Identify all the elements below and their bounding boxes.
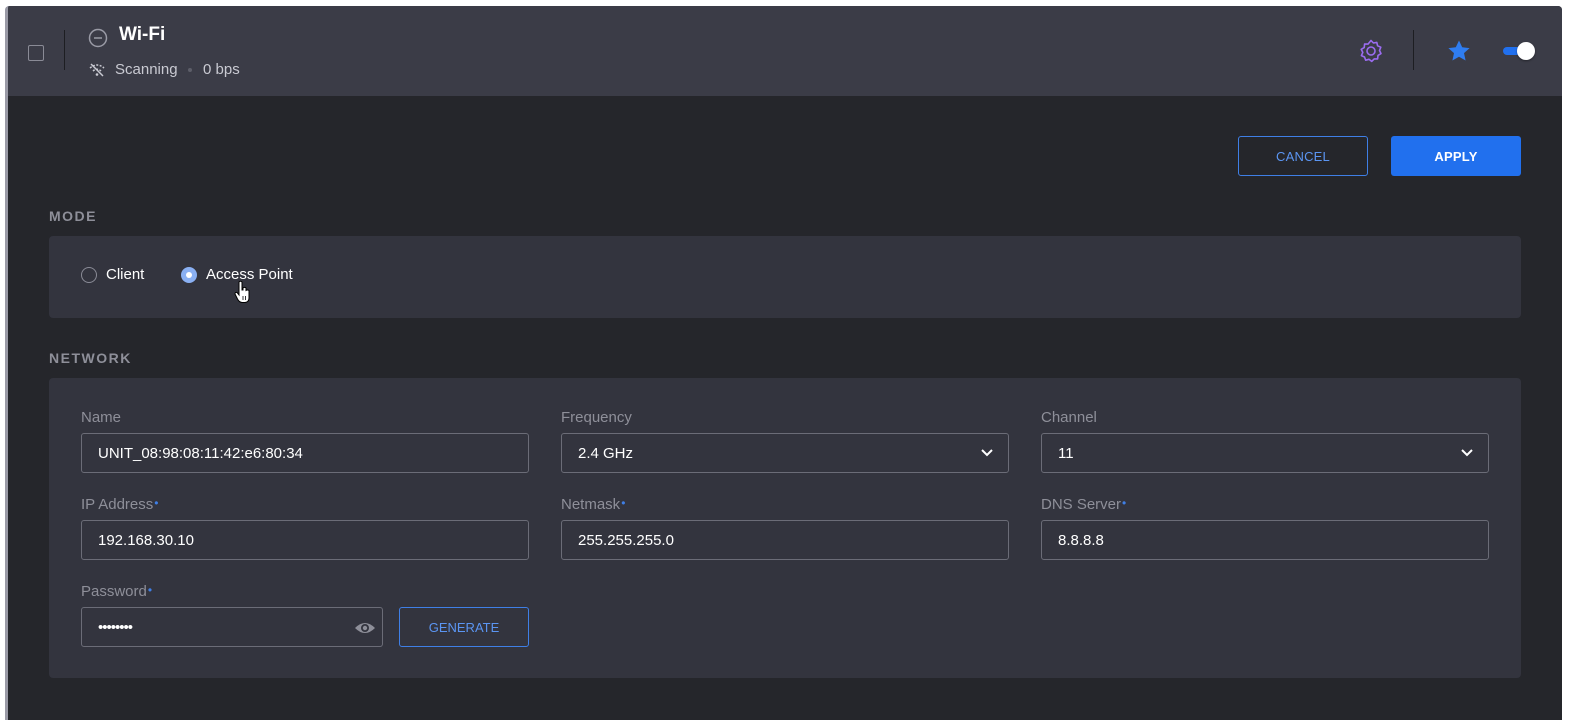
ip-address-label: IP Address• — [81, 496, 158, 513]
frequency-value: 2.4 GHz — [578, 444, 634, 462]
frequency-label-text: Frequency — [561, 409, 632, 426]
gear-icon[interactable] — [1358, 38, 1384, 64]
channel-value: 11 — [1058, 444, 1074, 462]
chevron-down-icon — [981, 449, 993, 457]
netmask-label: Netmask• — [561, 496, 625, 513]
connection-status: Scanning — [115, 61, 178, 78]
apply-button[interactable]: APPLY — [1391, 136, 1521, 176]
frequency-label: Frequency — [561, 409, 632, 426]
channel-label: Channel — [1041, 409, 1097, 426]
network-section-label: NETWORK — [49, 350, 132, 366]
radio-label: Access Point — [206, 266, 293, 283]
radio-label: Client — [106, 266, 145, 283]
channel-label-text: Channel — [1041, 409, 1097, 426]
name-value: UNIT_08:98:08:11:42:e6:80:34 — [98, 444, 303, 462]
star-icon[interactable] — [1446, 39, 1472, 63]
eye-icon[interactable] — [354, 620, 376, 636]
frequency-select[interactable]: 2.4 GHz — [561, 433, 1009, 473]
required-marker: • — [1122, 496, 1127, 510]
throughput-value: 0 bps — [203, 61, 240, 78]
mode-section-label: MODE — [49, 208, 97, 224]
channel-select[interactable]: 11 — [1041, 433, 1489, 473]
card-header: Wi-Fi Scanning 0 bps — [8, 6, 1562, 96]
dns-server-input[interactable]: 8.8.8.8 — [1041, 520, 1489, 560]
mode-radio-client[interactable]: Client — [81, 266, 144, 283]
radio-circle — [81, 266, 97, 283]
mode-panel: Client Access Point — [49, 236, 1521, 318]
required-marker: • — [154, 496, 159, 510]
select-checkbox[interactable] — [28, 45, 44, 61]
name-input[interactable]: UNIT_08:98:08:11:42:e6:80:34 — [81, 433, 529, 473]
password-input[interactable]: •••••••• — [81, 607, 383, 647]
chevron-down-icon — [1461, 449, 1473, 457]
interface-title: Wi-Fi — [119, 24, 166, 45]
dns-server-label: DNS Server• — [1041, 496, 1126, 513]
generate-password-button[interactable]: GENERATE — [399, 607, 529, 647]
wifi-off-icon — [89, 63, 105, 77]
cancel-button[interactable]: CANCEL — [1238, 136, 1368, 176]
header-divider — [1413, 30, 1414, 70]
password-label-text: Password — [81, 583, 147, 600]
dns-server-value: 8.8.8.8 — [1058, 531, 1104, 549]
network-panel: Name UNIT_08:98:08:11:42:e6:80:34 Freque… — [49, 378, 1521, 678]
name-label-text: Name — [81, 409, 122, 426]
ip-address-input[interactable]: 192.168.30.10 — [81, 520, 529, 560]
minus-circle-icon — [88, 28, 108, 48]
header-divider — [64, 30, 65, 70]
required-marker: • — [147, 583, 153, 597]
netmask-input[interactable]: 255.255.255.0 — [561, 520, 1009, 560]
name-label: Name — [81, 409, 121, 426]
netmask-value: 255.255.255.0 — [578, 531, 674, 549]
enable-toggle[interactable] — [1503, 42, 1535, 60]
password-label: Password• — [81, 583, 152, 600]
wifi-interface-card: Wi-Fi Scanning 0 bps CANCEL APPLY MODE C… — [5, 6, 1562, 720]
status-separator-dot — [188, 68, 192, 72]
password-value: •••••••• — [98, 618, 133, 636]
ip-address-value: 192.168.30.10 — [98, 531, 194, 549]
netmask-label-text: Netmask — [561, 496, 621, 513]
radio-circle — [181, 266, 197, 283]
toggle-knob — [1517, 42, 1535, 60]
required-marker: • — [621, 496, 626, 510]
ip-address-label-text: IP Address — [81, 496, 154, 513]
mode-radio-access-point[interactable]: Access Point — [181, 266, 293, 283]
dns-server-label-text: DNS Server — [1041, 496, 1122, 513]
